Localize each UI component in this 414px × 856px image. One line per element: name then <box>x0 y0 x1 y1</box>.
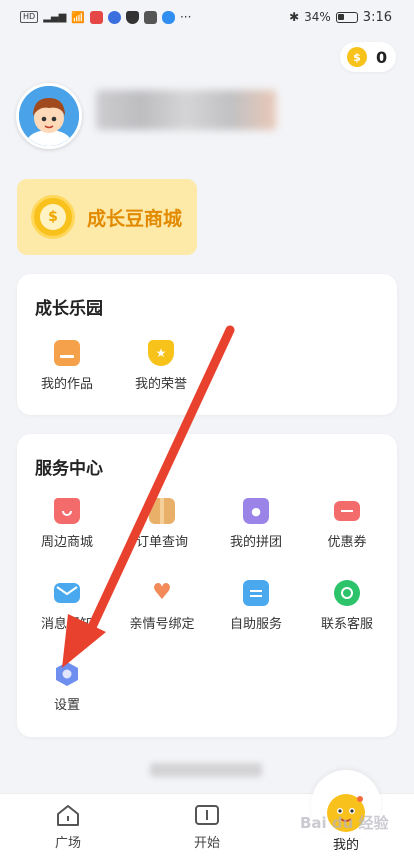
coin-icon: $ <box>31 195 75 239</box>
tab-label: 我的 <box>332 838 359 853</box>
grid-label: 联系客服 <box>320 617 373 632</box>
shield-icon <box>125 10 139 24</box>
coin-balance[interactable]: $ 0 <box>340 42 396 72</box>
order-query-button[interactable]: 订单查询 <box>116 498 208 550</box>
clock: 3:16 <box>362 9 392 25</box>
growth-park-card: 成长乐园 我的作品 ★ 我的荣誉 <box>17 274 397 415</box>
growth-bean-mall-button[interactable]: $ 成长豆商城 <box>17 179 197 255</box>
grid-label: 消息通知 <box>40 617 93 632</box>
folder-icon <box>54 340 80 366</box>
package-icon <box>149 498 175 524</box>
grid-label: 我的拼团 <box>229 535 282 550</box>
grid-label: 优惠券 <box>327 535 367 550</box>
my-group-buy-button[interactable]: ● 我的拼团 <box>210 498 302 550</box>
tab-label: 广场 <box>54 836 81 851</box>
grid-label: 我的作品 <box>40 377 93 392</box>
bluetooth-icon: ✱ <box>289 10 300 24</box>
coin-icon: $ <box>347 47 367 67</box>
more-icon: ··· <box>179 10 192 24</box>
card-title: 成长乐园 <box>35 299 103 319</box>
status-bar: HD ▂▄▆ 📶 ··· ✱ 34% 3:16 <box>0 0 414 34</box>
grid-label: 我的荣誉 <box>134 377 187 392</box>
wifi-icon: 📶 <box>71 10 85 24</box>
grid-label: 亲情号绑定 <box>129 617 195 632</box>
group-bag-icon: ● <box>243 498 269 524</box>
contact-support-button[interactable]: 联系客服 <box>301 580 393 632</box>
tab-square[interactable]: 广场 <box>28 802 108 851</box>
app-notification-icon <box>107 10 121 24</box>
shopping-bag-icon <box>54 498 80 524</box>
book-icon <box>195 805 219 825</box>
mail-icon <box>54 583 80 603</box>
self-service-button[interactable]: 自助服务 <box>210 580 302 632</box>
my-works-button[interactable]: 我的作品 <box>21 340 113 392</box>
medal-icon: ★ <box>148 340 174 366</box>
coupon-button[interactable]: 优惠券 <box>301 498 393 550</box>
family-binding-button[interactable]: ♥ 亲情号绑定 <box>116 580 208 632</box>
username-redacted <box>96 90 276 130</box>
merch-store-button[interactable]: 周边商城 <box>21 498 113 550</box>
avatar-icon <box>19 86 79 146</box>
grid-label: 自助服务 <box>229 617 282 632</box>
tab-label: 开始 <box>193 836 220 851</box>
tab-start[interactable]: 开始 <box>167 802 247 851</box>
grid-label: 订单查询 <box>135 535 188 550</box>
cloud-icon <box>161 10 175 24</box>
card-title: 服务中心 <box>35 459 103 479</box>
battery-icon <box>335 11 358 23</box>
settings-button[interactable]: 设置 <box>21 661 113 713</box>
service-center-card: 服务中心 周边商城 订单查询 ● 我的拼团 优惠券 消息通知 ♥ 亲情号绑定 自… <box>17 434 397 737</box>
mall-label: 成长豆商城 <box>87 207 183 230</box>
app-notification-icon <box>143 10 157 24</box>
home-icon <box>57 805 79 826</box>
tab-mine[interactable]: 我的 <box>306 834 386 853</box>
grid-label: 设置 <box>53 698 80 713</box>
signal-icon: ▂▄▆ <box>43 11 67 23</box>
app-notification-icon <box>89 10 103 24</box>
battery-percent: 34% <box>304 10 331 24</box>
watermark: Bai du 经验 <box>300 814 389 832</box>
hd-badge: HD <box>20 11 39 23</box>
chat-icon <box>334 580 360 606</box>
avatar[interactable] <box>16 83 82 149</box>
status-left: HD ▂▄▆ 📶 ··· <box>20 10 191 24</box>
coupon-icon <box>334 501 360 521</box>
notifications-button[interactable]: 消息通知 <box>21 580 113 632</box>
coin-count: 0 <box>376 47 388 67</box>
settings-icon <box>54 661 80 687</box>
status-right: ✱ 34% 3:16 <box>289 10 392 25</box>
hearts-icon: ♥ <box>152 580 172 605</box>
grid-label: 周边商城 <box>40 535 93 550</box>
clipboard-icon <box>243 580 269 606</box>
redacted-text <box>150 763 262 777</box>
my-honors-button[interactable]: ★ 我的荣誉 <box>115 340 207 392</box>
